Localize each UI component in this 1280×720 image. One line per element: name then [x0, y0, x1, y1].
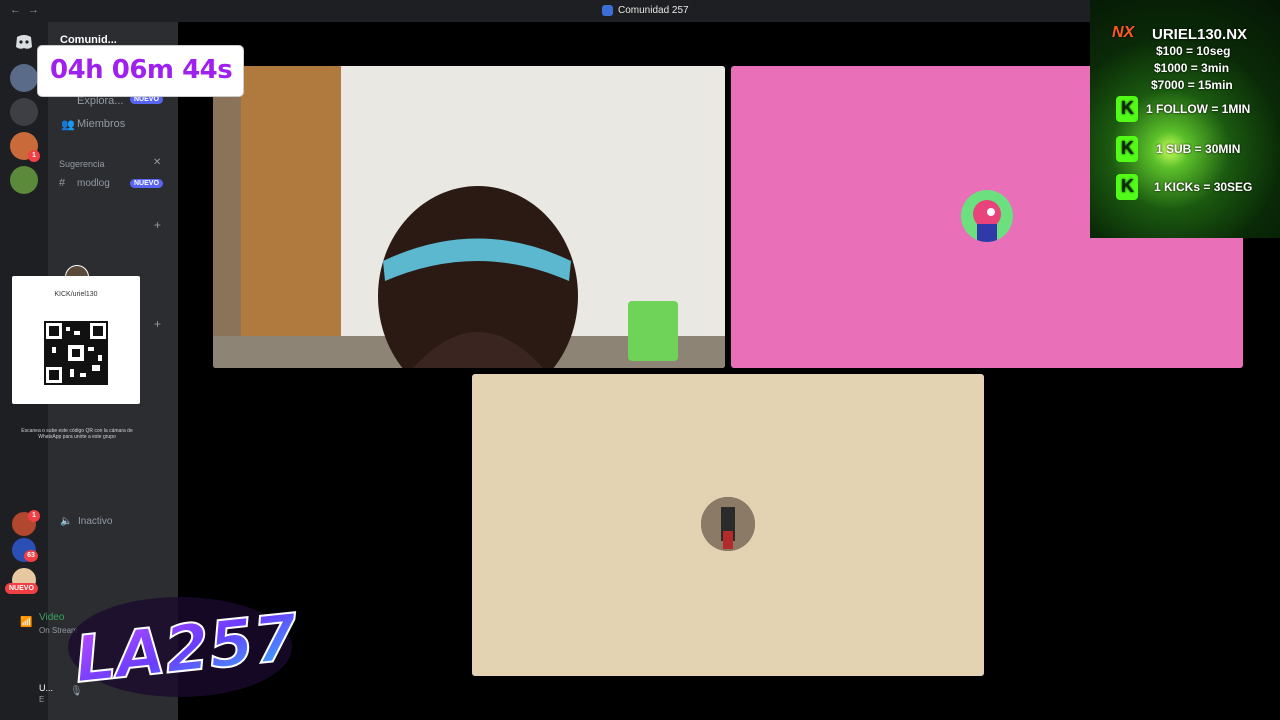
- title-bar: ← → Comunidad 257: [0, 0, 1280, 22]
- new-badge: NUEVO: [130, 95, 163, 104]
- qr-handle: KICK/uriel130: [54, 291, 98, 298]
- kick-logo-icon: K: [1116, 136, 1138, 162]
- sidebar-item-members[interactable]: Miembros: [77, 118, 125, 130]
- server-icon-2[interactable]: [10, 98, 38, 126]
- notification-badge: 1: [28, 150, 40, 162]
- video-tile-beige[interactable]: [472, 374, 984, 676]
- notification-badge: 1: [28, 510, 40, 522]
- user-avatar: [961, 190, 1013, 242]
- server-icon-6[interactable]: 63: [12, 538, 38, 562]
- rate-line: $7000 = 15min: [1151, 78, 1233, 92]
- suggestion-header: Sugerencia: [59, 159, 105, 169]
- user-name[interactable]: U...: [39, 683, 53, 693]
- add-icon[interactable]: +: [154, 317, 161, 331]
- server-icon-3[interactable]: 1: [10, 132, 40, 162]
- video-tile-camera[interactable]: [213, 66, 725, 368]
- kick-rule: 1 FOLLOW = 1MIN: [1146, 102, 1251, 116]
- sidebar-item-modlog[interactable]: modlog: [77, 178, 110, 189]
- window-title: Comunidad 257: [618, 5, 689, 16]
- kick-rule: 1 KICKs = 30SEG: [1154, 180, 1253, 194]
- nx-brand-logo: NX: [1112, 24, 1135, 41]
- kick-logo-icon: K: [1116, 96, 1138, 122]
- add-icon[interactable]: +: [154, 218, 161, 232]
- user-avatar: [701, 497, 755, 551]
- signal-icon: 📶: [20, 617, 33, 628]
- qr-card: KICK/uriel130: [12, 276, 140, 404]
- discord-home-icon[interactable]: [10, 28, 38, 56]
- forward-arrow-icon[interactable]: →: [28, 4, 39, 16]
- back-arrow-icon[interactable]: ←: [10, 4, 21, 16]
- rate-line: $1000 = 3min: [1154, 61, 1230, 75]
- la257-logo: LA257: [60, 585, 303, 705]
- timer-value: 04h 06m 44s: [50, 55, 233, 85]
- qr-code: [44, 321, 108, 385]
- kick-logo-icon: K: [1116, 174, 1138, 200]
- user-status: E: [39, 695, 45, 704]
- server-icon-4[interactable]: [10, 166, 38, 194]
- server-icon: [602, 5, 613, 16]
- new-pill: NUEVO: [5, 583, 38, 594]
- server-icon-1[interactable]: [10, 64, 38, 92]
- stream-timer: 04h 06m 44s: [38, 46, 243, 96]
- rate-line: $100 = 10seg: [1156, 44, 1231, 58]
- server-icon-5[interactable]: 1: [12, 510, 40, 536]
- notification-badge: 63: [24, 550, 38, 562]
- inactive-channel[interactable]: Inactivo: [78, 516, 112, 527]
- promo-panel: NX URIEL130.NX $100 = 10seg $1000 = 3min…: [1090, 0, 1280, 238]
- kick-rule: 1 SUB = 30MIN: [1156, 142, 1241, 156]
- qr-caption: Escanea o sube este código QR con la cám…: [21, 428, 133, 440]
- members-icon: 👥: [61, 119, 75, 131]
- server-name[interactable]: Comunid...: [60, 34, 117, 46]
- close-icon[interactable]: ✕: [153, 157, 161, 168]
- hash-icon: #: [59, 177, 66, 189]
- speaker-icon: 🔈: [60, 516, 73, 527]
- promo-name: URIEL130.NX: [1152, 26, 1248, 43]
- sidebar-item-explore[interactable]: Explora...: [77, 95, 123, 107]
- new-badge: NUEVO: [130, 179, 163, 188]
